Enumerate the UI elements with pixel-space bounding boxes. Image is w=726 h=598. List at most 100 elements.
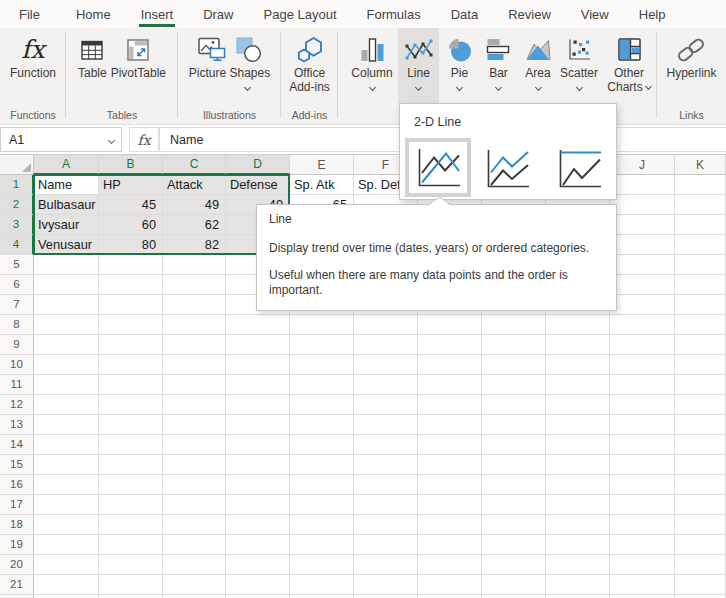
row-header-9[interactable]: 9 — [0, 335, 34, 355]
cell-F9[interactable] — [354, 335, 418, 355]
cell-B11[interactable] — [99, 375, 163, 395]
cell-C3[interactable]: 62 — [163, 215, 226, 235]
cell-J3[interactable] — [610, 215, 675, 235]
cell-I18[interactable] — [546, 515, 610, 535]
cell-I14[interactable] — [546, 435, 610, 455]
cell-A13[interactable] — [34, 415, 99, 435]
column-header-C[interactable]: C — [163, 155, 226, 175]
cell-K1[interactable] — [675, 175, 726, 195]
cell-F13[interactable] — [354, 415, 418, 435]
tab-data[interactable]: Data — [436, 0, 493, 28]
cell-J20[interactable] — [610, 555, 675, 575]
cell-E11[interactable] — [290, 375, 354, 395]
cell-D19[interactable] — [226, 535, 290, 555]
tab-insert[interactable]: Insert — [126, 0, 189, 28]
row-header-16[interactable]: 16 — [0, 475, 34, 495]
insert-function-button[interactable]: fx — [129, 127, 159, 152]
cell-I12[interactable] — [546, 395, 610, 415]
cell-J16[interactable] — [610, 475, 675, 495]
cell-E18[interactable] — [290, 515, 354, 535]
cell-D8[interactable] — [226, 315, 290, 335]
cell-B18[interactable] — [99, 515, 163, 535]
cell-F20[interactable] — [354, 555, 418, 575]
cell-C7[interactable] — [163, 295, 226, 315]
tab-view[interactable]: View — [566, 0, 624, 28]
column-header-J[interactable]: J — [610, 155, 675, 175]
cell-J1[interactable] — [610, 175, 675, 195]
cell-F21[interactable] — [354, 575, 418, 595]
select-all-corner[interactable] — [0, 155, 34, 175]
cell-H18[interactable] — [482, 515, 546, 535]
row-header-3[interactable]: 3 — [0, 215, 34, 235]
tab-draw[interactable]: Draw — [188, 0, 248, 28]
cell-K6[interactable] — [675, 275, 726, 295]
cell-C13[interactable] — [163, 415, 226, 435]
cell-F12[interactable] — [354, 395, 418, 415]
cell-C19[interactable] — [163, 535, 226, 555]
chart-option-line[interactable] — [405, 138, 471, 197]
cell-F8[interactable] — [354, 315, 418, 335]
tab-formulas[interactable]: Formulas — [352, 0, 436, 28]
cell-C1[interactable]: Attack — [163, 175, 226, 195]
cell-A18[interactable] — [34, 515, 99, 535]
cell-F18[interactable] — [354, 515, 418, 535]
cell-J14[interactable] — [610, 435, 675, 455]
cell-K5[interactable] — [675, 255, 726, 275]
cell-I19[interactable] — [546, 535, 610, 555]
row-header-15[interactable]: 15 — [0, 455, 34, 475]
cell-B8[interactable] — [99, 315, 163, 335]
column-header-D[interactable]: D — [226, 155, 290, 175]
cell-G21[interactable] — [418, 575, 482, 595]
column-header-K[interactable]: K — [675, 155, 726, 175]
cell-G14[interactable] — [418, 435, 482, 455]
cell-J21[interactable] — [610, 575, 675, 595]
tab-home[interactable]: Home — [61, 0, 126, 28]
cell-J19[interactable] — [610, 535, 675, 555]
cell-D10[interactable] — [226, 355, 290, 375]
cell-K7[interactable] — [675, 295, 726, 315]
cell-C18[interactable] — [163, 515, 226, 535]
row-header-8[interactable]: 8 — [0, 315, 34, 335]
cell-K20[interactable] — [675, 555, 726, 575]
cell-G16[interactable] — [418, 475, 482, 495]
cell-D1[interactable]: Defense — [226, 175, 290, 195]
cell-E1[interactable]: Sp. Atk — [290, 175, 354, 195]
cell-E12[interactable] — [290, 395, 354, 415]
cell-A4[interactable]: Venusaur — [34, 235, 99, 255]
cell-J15[interactable] — [610, 455, 675, 475]
cell-G11[interactable] — [418, 375, 482, 395]
cell-B2[interactable]: 45 — [99, 195, 163, 215]
cell-H14[interactable] — [482, 435, 546, 455]
cell-A1[interactable]: Name — [34, 175, 99, 195]
cell-D15[interactable] — [226, 455, 290, 475]
cell-E15[interactable] — [290, 455, 354, 475]
row-header-7[interactable]: 7 — [0, 295, 34, 315]
cell-B10[interactable] — [99, 355, 163, 375]
cell-A5[interactable] — [34, 255, 99, 275]
cell-K12[interactable] — [675, 395, 726, 415]
tab-file[interactable]: File — [4, 0, 55, 28]
cell-I9[interactable] — [546, 335, 610, 355]
cell-H17[interactable] — [482, 495, 546, 515]
cell-J2[interactable] — [610, 195, 675, 215]
cell-J6[interactable] — [610, 275, 675, 295]
cell-A11[interactable] — [34, 375, 99, 395]
other-charts-button[interactable]: Other Charts — [602, 28, 656, 104]
cell-C5[interactable] — [163, 255, 226, 275]
hyperlink-button[interactable]: Hyperlink — [666, 30, 716, 80]
cell-B13[interactable] — [99, 415, 163, 435]
cell-G19[interactable] — [418, 535, 482, 555]
cell-D9[interactable] — [226, 335, 290, 355]
column-chart-button[interactable]: Column — [346, 28, 398, 104]
cell-F19[interactable] — [354, 535, 418, 555]
cell-F16[interactable] — [354, 475, 418, 495]
cell-C4[interactable]: 82 — [163, 235, 226, 255]
cell-H15[interactable] — [482, 455, 546, 475]
cell-C2[interactable]: 49 — [163, 195, 226, 215]
cell-H21[interactable] — [482, 575, 546, 595]
row-header-11[interactable]: 11 — [0, 375, 34, 395]
cell-B9[interactable] — [99, 335, 163, 355]
cell-F11[interactable] — [354, 375, 418, 395]
cell-G15[interactable] — [418, 455, 482, 475]
cell-K2[interactable] — [675, 195, 726, 215]
